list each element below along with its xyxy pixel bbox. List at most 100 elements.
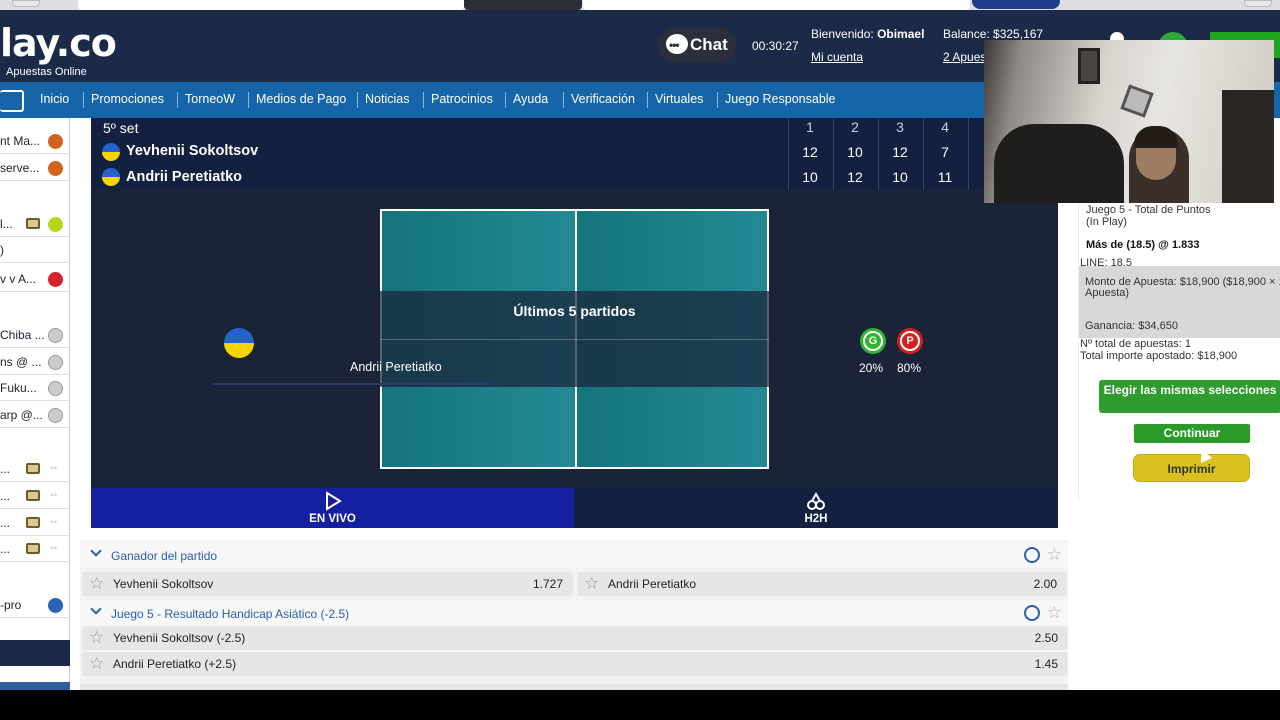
logo-text: lay.co (0, 21, 117, 65)
tv-icon[interactable] (26, 218, 40, 229)
nav-item[interactable]: Virtuales (655, 92, 703, 106)
tv-icon[interactable] (26, 517, 40, 528)
selection-name: Yevhenii Sokoltsov (113, 577, 214, 591)
nav-item[interactable]: TorneoW (185, 92, 235, 106)
video-letterbox (0, 690, 1280, 720)
tab-h2h[interactable]: H2H (574, 488, 1058, 528)
player-underline (211, 383, 491, 385)
score-column-separator (923, 118, 924, 190)
sidebar-item[interactable]: ... ◦◦ (0, 456, 70, 482)
browser-badge[interactable] (972, 0, 1060, 9)
sidebar-item[interactable]: ... ◦◦ (0, 536, 70, 562)
favorite-star-icon[interactable]: ☆ (1047, 545, 1062, 565)
odd-button[interactable]: ☆ Andrii Peretiatko 2.00 (577, 572, 1067, 596)
nav-item[interactable]: Juego Responsable (725, 92, 836, 106)
ukraine-flag-icon (224, 328, 254, 358)
sidebar-item[interactable]: arp @... (0, 402, 70, 428)
sidebar-item[interactable]: nt Ma... (0, 128, 70, 154)
print-button[interactable]: Imprimir (1133, 454, 1250, 482)
sidebar-item[interactable]: l... (0, 211, 70, 237)
browser-tab[interactable] (78, 0, 464, 10)
odd-button[interactable]: ☆ Yevhenii Sokoltsov 1.727 (82, 572, 573, 596)
scoreboard: 5º set Yevhenii Sokoltsov Andrii Peretia… (91, 118, 1058, 190)
basketball-icon (48, 161, 63, 176)
nav-separator (505, 92, 506, 108)
chat-button[interactable]: Chat (658, 28, 736, 62)
sidebar-item[interactable]: ) (0, 237, 70, 263)
market-title: Juego 5 - Resultado Handicap Asiático (-… (111, 607, 350, 621)
star-icon[interactable]: ☆ (584, 572, 599, 596)
set-number: 3 (896, 119, 904, 135)
sidebar-item[interactable]: serve... (0, 155, 70, 181)
tab-live-label: EN VIVO (309, 513, 356, 525)
sidebar-item[interactable]: ... ◦◦ (0, 483, 70, 509)
market-header[interactable]: Juego 5 - Resultado Handicap Asiático (-… (80, 600, 1068, 626)
slip-profit: Ganancia: $34,650 (1085, 320, 1178, 332)
market-header[interactable]: Ganador del partido ☆ (80, 542, 1068, 568)
nav-item[interactable]: Verificación (571, 92, 635, 106)
refresh-icon[interactable] (1024, 547, 1040, 563)
set-score: 10 (892, 169, 908, 185)
nav-item[interactable]: Patrocinios (431, 92, 493, 106)
nav-item[interactable]: Medios de Pago (256, 92, 346, 106)
baseball-icon (48, 328, 63, 343)
slip-selection: Más de (18.5) @ 1.833 (1086, 239, 1200, 251)
browser-tab[interactable] (583, 0, 970, 10)
sidebar-item[interactable]: -pro (0, 592, 70, 618)
slip-total-amount: Total importe apostado: $18,900 (1080, 350, 1238, 362)
favorite-star-icon[interactable]: ☆ (1047, 603, 1062, 623)
nav-item[interactable]: Promociones (91, 92, 164, 106)
odd-button[interactable]: ☆ Yevhenii Sokoltsov (-2.5) 2.50 (82, 626, 1068, 650)
logo[interactable]: lay.co Apuestas Online (0, 21, 117, 78)
sidebar-item[interactable]: v v A... (0, 266, 70, 292)
star-icon[interactable]: ☆ (89, 572, 104, 596)
set-number: 4 (941, 119, 949, 135)
nav-separator (177, 92, 178, 108)
tv-icon[interactable] (26, 463, 40, 474)
nav-separator (563, 92, 564, 108)
sidebar-item[interactable]: Chiba ... (0, 322, 70, 348)
star-icon[interactable]: ☆ (89, 626, 104, 650)
win-stat-icon: G (860, 328, 886, 354)
more-icon: ◦◦ (50, 490, 58, 501)
court-visualization: Últimos 5 partidos Andrii Peretiatko G 2… (91, 190, 1058, 488)
nav-separator (423, 92, 424, 108)
set-score: 12 (847, 169, 863, 185)
slip-market: Juego 5 - Total de Puntos (1086, 204, 1211, 216)
star-icon[interactable]: ☆ (89, 652, 104, 676)
same-selections-button[interactable]: Elegir las mismas selecciones (1099, 380, 1280, 413)
volleyball-icon (48, 598, 63, 613)
nav-item[interactable]: Ayuda (513, 92, 548, 106)
odd-button[interactable]: ☆ Andrii Peretiatko (+2.5) 1.45 (82, 652, 1068, 676)
open-bets-link[interactable]: 2 Apues (943, 50, 986, 64)
last-matches-player: Andrii Peretiatko (350, 360, 442, 374)
sidebar-item-label: ... (0, 542, 11, 556)
sidebar-item[interactable]: ... ◦◦ (0, 510, 70, 536)
odd-value: 1.727 (532, 577, 563, 591)
tab-live[interactable]: EN VIVO (91, 488, 574, 528)
welcome-label: Bienvenido: (811, 27, 874, 41)
continue-button[interactable]: Continuar (1134, 424, 1250, 443)
loss-stat-icon: P (897, 328, 923, 354)
bet-slip: Juego 5 - Total de Puntos (In Play) Más … (1078, 200, 1280, 500)
tv-icon[interactable] (26, 490, 40, 501)
refresh-icon[interactable] (1024, 605, 1040, 621)
score-column-separator (788, 118, 789, 190)
browser-button[interactable] (1244, 0, 1272, 7)
browser-button[interactable] (12, 0, 40, 7)
play-icon (325, 491, 342, 511)
basketball-icon (48, 134, 63, 149)
tv-icon[interactable] (26, 543, 40, 554)
nav-separator (647, 92, 648, 108)
browser-tab-active[interactable] (464, 0, 582, 10)
nav-item[interactable]: Inicio (40, 92, 69, 106)
chevron-down-icon (90, 603, 102, 615)
baseball-icon (48, 408, 63, 423)
nav-item[interactable]: Noticias (365, 92, 409, 106)
sidebar-item[interactable]: ns @ ... (0, 349, 70, 375)
sidebar-item[interactable]: Fuku... (0, 375, 70, 401)
nav-separator (357, 92, 358, 108)
account-link[interactable]: Mi cuenta (811, 50, 863, 64)
menu-icon[interactable] (0, 90, 24, 112)
sidebar-item-label: nt Ma... (0, 134, 41, 148)
